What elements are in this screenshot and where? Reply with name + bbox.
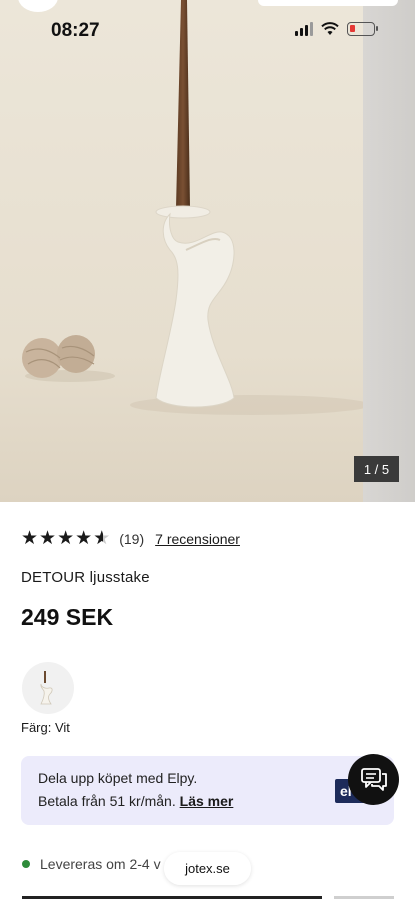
status-bar: 08:27 bbox=[0, 0, 415, 60]
browser-url-bar[interactable]: jotex.se bbox=[164, 852, 251, 885]
product-photo bbox=[0, 0, 415, 502]
battery-icon bbox=[347, 22, 378, 36]
read-more-link[interactable]: Läs mer bbox=[180, 793, 234, 809]
chat-button[interactable] bbox=[348, 754, 399, 805]
financing-line1: Dela upp köpet med Elpy. bbox=[38, 770, 198, 786]
rating-count: (19) bbox=[119, 531, 145, 547]
battery-level bbox=[350, 25, 355, 32]
delivery-info: Levereras om 2-4 v bbox=[22, 856, 161, 872]
chat-bubbles-icon bbox=[360, 767, 387, 791]
color-label: Färg: Vit bbox=[21, 720, 70, 735]
candle-holder-thumbnail-icon bbox=[40, 671, 53, 705]
star-icon: ★ bbox=[21, 528, 39, 549]
reviews-link[interactable]: 7 recensioner bbox=[155, 531, 240, 547]
top-toolbar-pill bbox=[258, 0, 398, 6]
color-swatch-white[interactable] bbox=[22, 662, 74, 714]
financing-line2: Betala från 51 kr/mån. Läs mer bbox=[38, 793, 233, 809]
financing-banner: Dela upp köpet med Elpy. Betala från 51 … bbox=[21, 756, 394, 825]
next-image-preview[interactable] bbox=[363, 0, 415, 502]
secondary-bar-edge bbox=[334, 896, 394, 899]
status-icons bbox=[295, 22, 378, 36]
rating-row[interactable]: ★ ★ ★ ★ ★ (19) 7 recensioner bbox=[21, 528, 240, 550]
half-star-icon: ★ bbox=[93, 529, 110, 550]
back-button[interactable] bbox=[18, 0, 58, 12]
star-icon: ★ bbox=[75, 528, 93, 549]
star-icon: ★ bbox=[39, 528, 57, 549]
product-image[interactable] bbox=[0, 0, 415, 502]
delivery-text: Levereras om 2-4 v bbox=[40, 856, 161, 872]
add-to-cart-bar-edge bbox=[22, 896, 322, 899]
star-rating: ★ ★ ★ ★ ★ bbox=[21, 528, 110, 550]
product-price: 249 SEK bbox=[21, 604, 114, 630]
star-icon: ★ bbox=[57, 528, 75, 549]
wifi-icon bbox=[321, 22, 339, 35]
in-stock-dot-icon bbox=[22, 860, 30, 868]
cellular-signal-icon bbox=[295, 22, 313, 36]
product-title: DETOUR ljusstake bbox=[21, 569, 150, 586]
clock: 08:27 bbox=[51, 20, 100, 41]
financing-price-text: Betala från 51 kr/mån. bbox=[38, 793, 176, 809]
image-counter: 1 / 5 bbox=[354, 456, 399, 482]
